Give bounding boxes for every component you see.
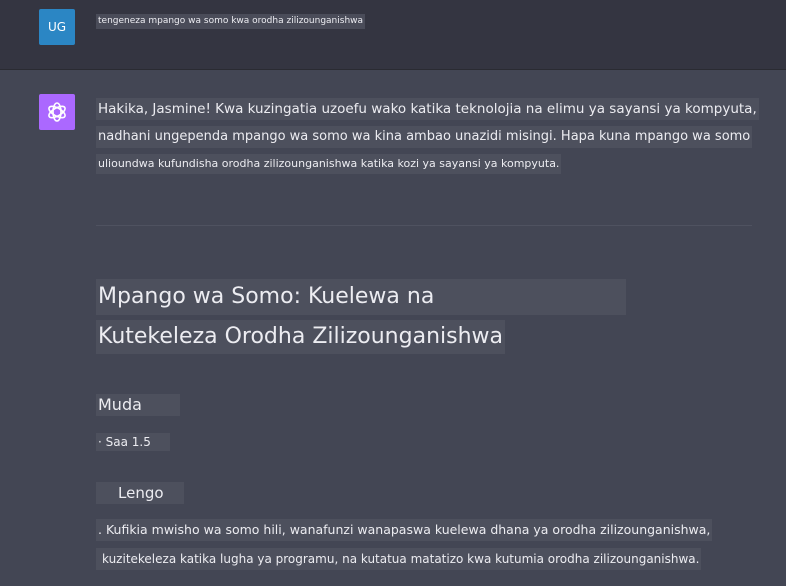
user-message-text: tengeneza mpango wa somo kwa orodha zili… [96,14,366,29]
objective-line-1: . Kufikia mwisho wa somo hili, wanafunzi… [96,519,713,541]
lesson-title-line-1: Mpango wa Somo: Kuelewa na [96,279,626,315]
chat-page: UG tengeneza mpango wa somo kwa orodha z… [0,0,786,586]
objective-heading: Lengo [96,482,184,504]
objective-line-2: kuzitekeleza katika lugha ya programu, n… [96,548,702,570]
assistant-intro-line-2: nadhani ungependa mpango wa somo wa kina… [96,126,753,148]
openai-logo-icon [48,102,66,122]
duration-value: · Saa 1.5 [96,433,170,451]
user-message-row: UG tengeneza mpango wa somo kwa orodha z… [0,0,786,70]
assistant-avatar [39,94,75,130]
assistant-intro-line-3: ulioundwa kufundisha orodha zilizoungani… [96,154,562,174]
assistant-intro-line-1: Hakika, Jasmine! Kwa kuzingatia uzoefu w… [96,98,759,120]
section-divider [96,225,752,226]
lesson-title-line-2: Kutekeleza Orodha Zilizounganishwa [96,320,506,354]
user-avatar: UG [39,9,75,45]
duration-heading: Muda [96,394,180,416]
